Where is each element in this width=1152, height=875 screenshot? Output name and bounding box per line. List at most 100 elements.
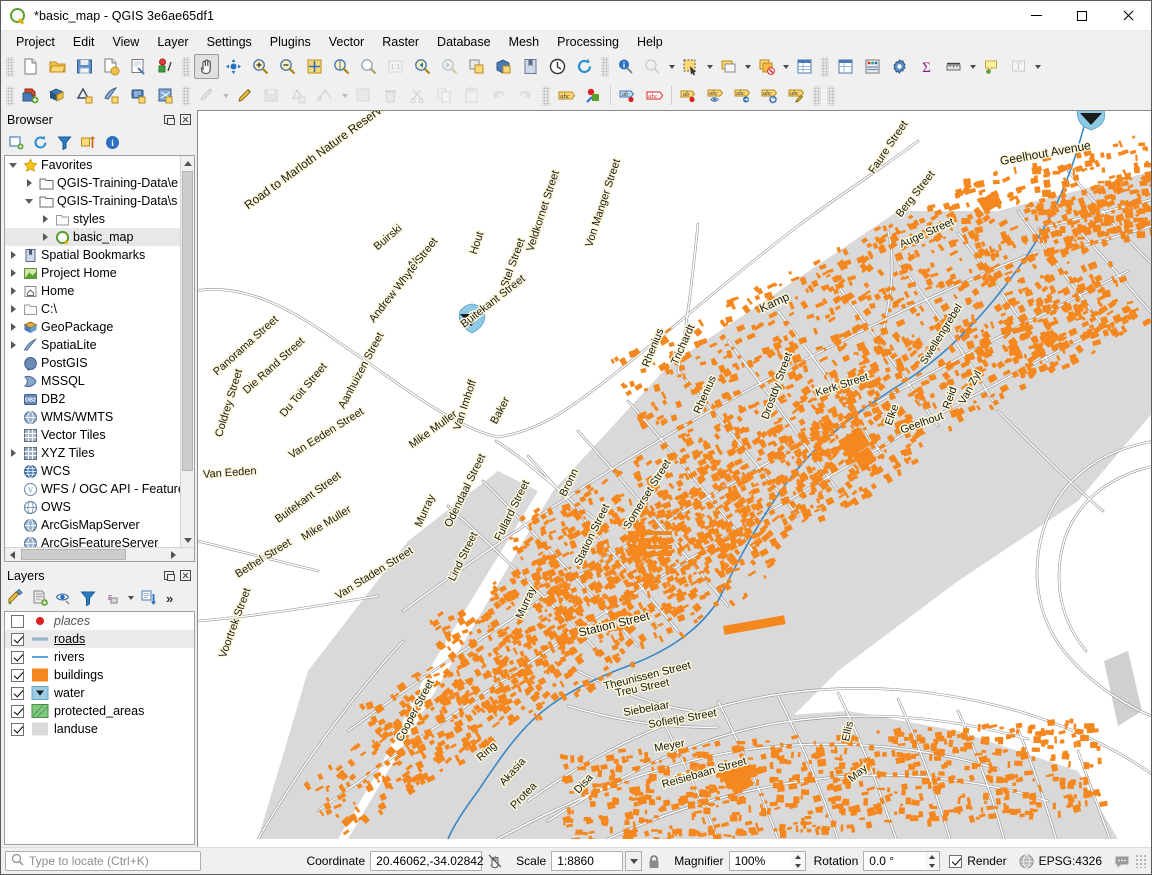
- menu-mesh[interactable]: Mesh: [500, 33, 549, 51]
- toolbar-grip[interactable]: [6, 57, 14, 77]
- manage-map-themes-icon[interactable]: [53, 587, 75, 609]
- layer-item-water[interactable]: water: [5, 684, 194, 702]
- toolbar-grip[interactable]: [821, 57, 829, 77]
- scale-field[interactable]: 1:8860: [551, 851, 623, 871]
- pan-to-selection-icon[interactable]: [221, 54, 246, 79]
- open-field-calculator-icon[interactable]: [833, 54, 858, 79]
- annotation-dropdown-arrow-icon[interactable]: [1032, 54, 1043, 79]
- highlight-labels-icon[interactable]: abc: [642, 83, 667, 108]
- layer-visibility-checkbox[interactable]: [11, 615, 24, 628]
- browser-tree-item[interactable]: ArcGisMapServer: [5, 516, 194, 534]
- collapse-arrow-icon[interactable]: [5, 156, 21, 174]
- layer-visibility-checkbox[interactable]: [11, 723, 24, 736]
- scrollbar-thumb[interactable]: [21, 549, 126, 560]
- modify-attributes-icon[interactable]: [351, 83, 376, 108]
- show-bookmarks-icon[interactable]: [518, 54, 543, 79]
- menu-settings[interactable]: Settings: [198, 33, 261, 51]
- add-delimited-text-layer-icon[interactable]: [99, 83, 124, 108]
- rotation-decrease-icon[interactable]: [925, 861, 939, 870]
- layer-item-places[interactable]: places: [5, 612, 194, 630]
- expand-arrow-icon[interactable]: [5, 264, 21, 282]
- text-annotation-icon[interactable]: T: [1006, 54, 1031, 79]
- expand-arrow-icon[interactable]: [5, 318, 21, 336]
- layers-tree[interactable]: placesroadsriversbuildingswaterprotected…: [4, 611, 195, 845]
- add-mesh-layer-icon[interactable]: [72, 83, 97, 108]
- browser-tree-item[interactable]: SpatiaLite: [5, 336, 194, 354]
- magnifier-stepper[interactable]: [791, 851, 806, 871]
- toolbar-grip[interactable]: [182, 57, 190, 77]
- expand-arrow-icon[interactable]: [21, 174, 37, 192]
- map-canvas[interactable]: Road to Marloth Nature ReserveRoad to Ma…: [197, 110, 1151, 847]
- add-postgis-layer-icon[interactable]: [126, 83, 151, 108]
- open-project-icon[interactable]: [45, 54, 70, 79]
- filter-legend-icon[interactable]: [77, 587, 99, 609]
- save-layer-edits-icon[interactable]: [259, 83, 284, 108]
- message-bubble-icon[interactable]: [1114, 854, 1130, 869]
- move-label-2-icon[interactable]: abc: [730, 83, 755, 108]
- measure-dropdown-arrow-icon[interactable]: [967, 54, 978, 79]
- delete-selected-icon[interactable]: [378, 83, 403, 108]
- add-raster-layer-icon[interactable]: [45, 83, 70, 108]
- browser-vertical-scrollbar[interactable]: [180, 156, 194, 547]
- browser-tree-item[interactable]: Home: [5, 282, 194, 300]
- current-edits-dropdown-arrow-icon[interactable]: [220, 83, 231, 108]
- menu-database[interactable]: Database: [428, 33, 500, 51]
- deselect-dropdown-arrow-icon[interactable]: [742, 54, 753, 79]
- new-3d-map-view-icon[interactable]: [491, 54, 516, 79]
- layer-visibility-checkbox[interactable]: [11, 651, 24, 664]
- pan-map-icon[interactable]: [194, 54, 219, 79]
- toolbar-grip[interactable]: [182, 86, 190, 106]
- new-project-icon[interactable]: [18, 54, 43, 79]
- browser-tree-item[interactable]: styles: [5, 210, 194, 228]
- change-label-icon[interactable]: abc: [784, 83, 809, 108]
- globe-icon[interactable]: [1019, 854, 1034, 869]
- layer-visibility-checkbox[interactable]: [11, 705, 24, 718]
- vertex-tool-dropdown-arrow-icon[interactable]: [339, 83, 350, 108]
- identify-features-icon[interactable]: i: [613, 54, 638, 79]
- add-vector-layer-icon[interactable]: [18, 83, 43, 108]
- temporal-controller-icon[interactable]: [545, 54, 570, 79]
- paste-features-icon[interactable]: [459, 83, 484, 108]
- scale-dropdown-arrow-icon[interactable]: [625, 851, 642, 871]
- save-project-as-icon[interactable]: [99, 54, 124, 79]
- close-button[interactable]: [1105, 1, 1151, 31]
- expression-filter-dropdown-arrow-icon[interactable]: [125, 586, 136, 611]
- zoom-in-icon[interactable]: [248, 54, 273, 79]
- browser-tree-item[interactable]: C:\: [5, 300, 194, 318]
- magnifier-field[interactable]: 100%: [729, 851, 791, 871]
- magnifier-increase-icon[interactable]: [791, 852, 805, 861]
- browser-tree-item[interactable]: Vector Tiles: [5, 426, 194, 444]
- menu-plugins[interactable]: Plugins: [261, 33, 320, 51]
- browser-tree-item[interactable]: Favorites: [5, 156, 194, 174]
- scrollbar-thumb[interactable]: [182, 171, 193, 471]
- collapse-all-icon[interactable]: [77, 131, 99, 153]
- zoom-next-icon[interactable]: [437, 54, 462, 79]
- expand-arrow-icon[interactable]: [5, 444, 21, 462]
- show-map-tips-icon[interactable]: [979, 54, 1004, 79]
- expand-arrow-icon[interactable]: [37, 228, 53, 246]
- browser-horizontal-scrollbar[interactable]: [5, 547, 194, 561]
- menu-processing[interactable]: Processing: [548, 33, 628, 51]
- resize-grip[interactable]: [1135, 854, 1147, 868]
- browser-tree-item[interactable]: PostGIS: [5, 354, 194, 372]
- menu-vector[interactable]: Vector: [320, 33, 373, 51]
- style-manager-icon[interactable]: [153, 54, 178, 79]
- scroll-up-arrow-icon[interactable]: [181, 156, 194, 170]
- render-checkbox[interactable]: [949, 855, 962, 868]
- toolbar-grip[interactable]: [542, 86, 550, 106]
- label-icon[interactable]: abc: [554, 83, 579, 108]
- layer-visibility-checkbox[interactable]: [11, 633, 24, 646]
- open-attribute-table-icon[interactable]: [792, 54, 817, 79]
- select-features-icon[interactable]: [678, 54, 703, 79]
- browser-tree-item[interactable]: WCS: [5, 462, 194, 480]
- expand-all-icon[interactable]: [138, 587, 160, 609]
- undo-icon[interactable]: [486, 83, 511, 108]
- refresh-icon[interactable]: [29, 131, 51, 153]
- properties-icon[interactable]: i: [101, 131, 123, 153]
- browser-tree[interactable]: FavoritesQGIS-Training-Data\eQGIS-Traini…: [4, 155, 195, 562]
- toggle-editing-icon[interactable]: [232, 83, 257, 108]
- toolbar-grip[interactable]: [601, 57, 609, 77]
- options-icon[interactable]: [887, 54, 912, 79]
- refresh-icon[interactable]: [572, 54, 597, 79]
- layer-item-landuse[interactable]: landuse: [5, 720, 194, 738]
